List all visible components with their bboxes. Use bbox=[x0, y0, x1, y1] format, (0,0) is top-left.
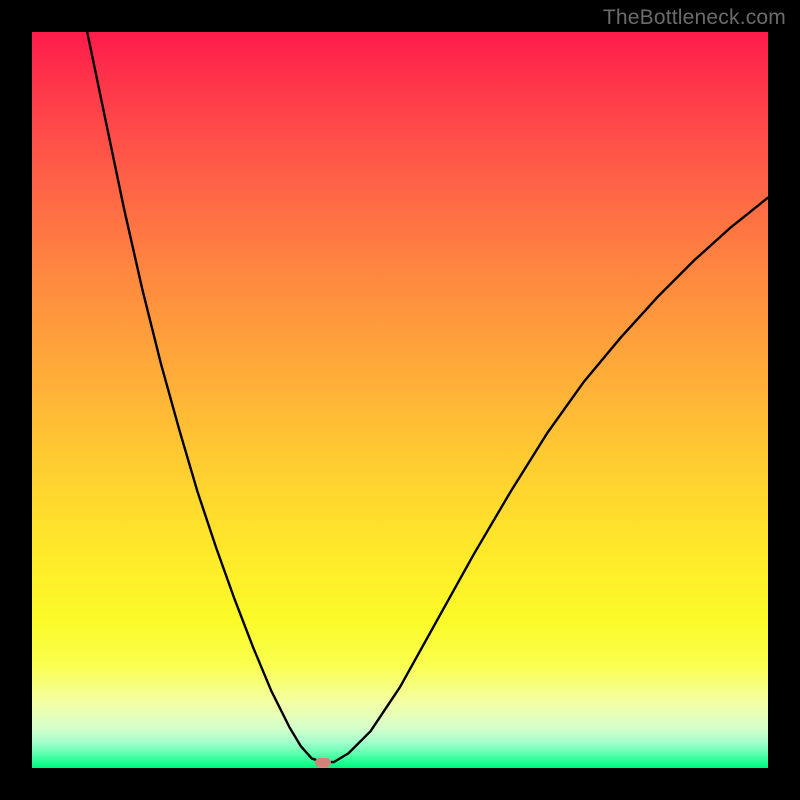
bottleneck-curve bbox=[32, 32, 768, 768]
curve-path bbox=[87, 32, 768, 762]
plot-area bbox=[32, 32, 768, 768]
watermark-text: TheBottleneck.com bbox=[603, 6, 786, 30]
chart-frame: TheBottleneck.com bbox=[0, 0, 800, 800]
optimum-marker bbox=[315, 758, 331, 767]
